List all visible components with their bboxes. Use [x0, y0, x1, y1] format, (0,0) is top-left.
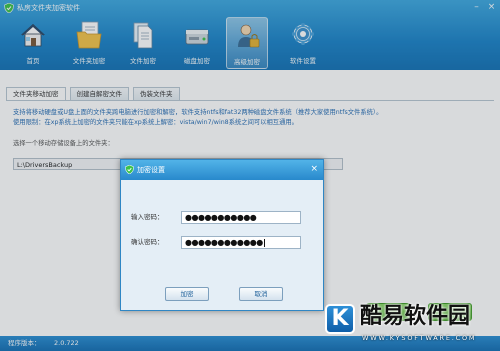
watermark-text: 酷易软件园	[360, 304, 471, 329]
cancel-button[interactable]: 取消	[239, 287, 283, 301]
shield-check-icon	[125, 165, 134, 174]
password-input[interactable]: ●●●●●●●●●●●	[181, 211, 301, 224]
password-value: ●●●●●●●●●●●	[185, 213, 257, 222]
encrypt-button[interactable]: 加密	[165, 287, 209, 301]
password-label: 输入密码：	[131, 213, 164, 221]
dialog-title-bar: 加密设置 ×	[121, 160, 323, 180]
watermark-logo-icon: K	[325, 304, 355, 334]
text-caret	[263, 238, 265, 247]
confirm-password-label: 确认密码：	[131, 238, 164, 246]
confirm-password-input[interactable]: ●●●●●●●●●●●●	[181, 236, 301, 249]
dialog-body: 输入密码： ●●●●●●●●●●● 确认密码： ●●●●●●●●●●●● 加密 …	[121, 180, 323, 310]
encrypt-settings-dialog: 加密设置 × 输入密码： ●●●●●●●●●●● 确认密码： ●●●●●●●●●…	[120, 159, 324, 311]
dialog-title: 加密设置	[137, 166, 165, 174]
confirm-password-value: ●●●●●●●●●●●●	[185, 238, 263, 247]
dialog-close-icon[interactable]: ×	[310, 164, 318, 174]
watermark-url: WWW.KYSOFTWARE.COM	[362, 334, 477, 342]
